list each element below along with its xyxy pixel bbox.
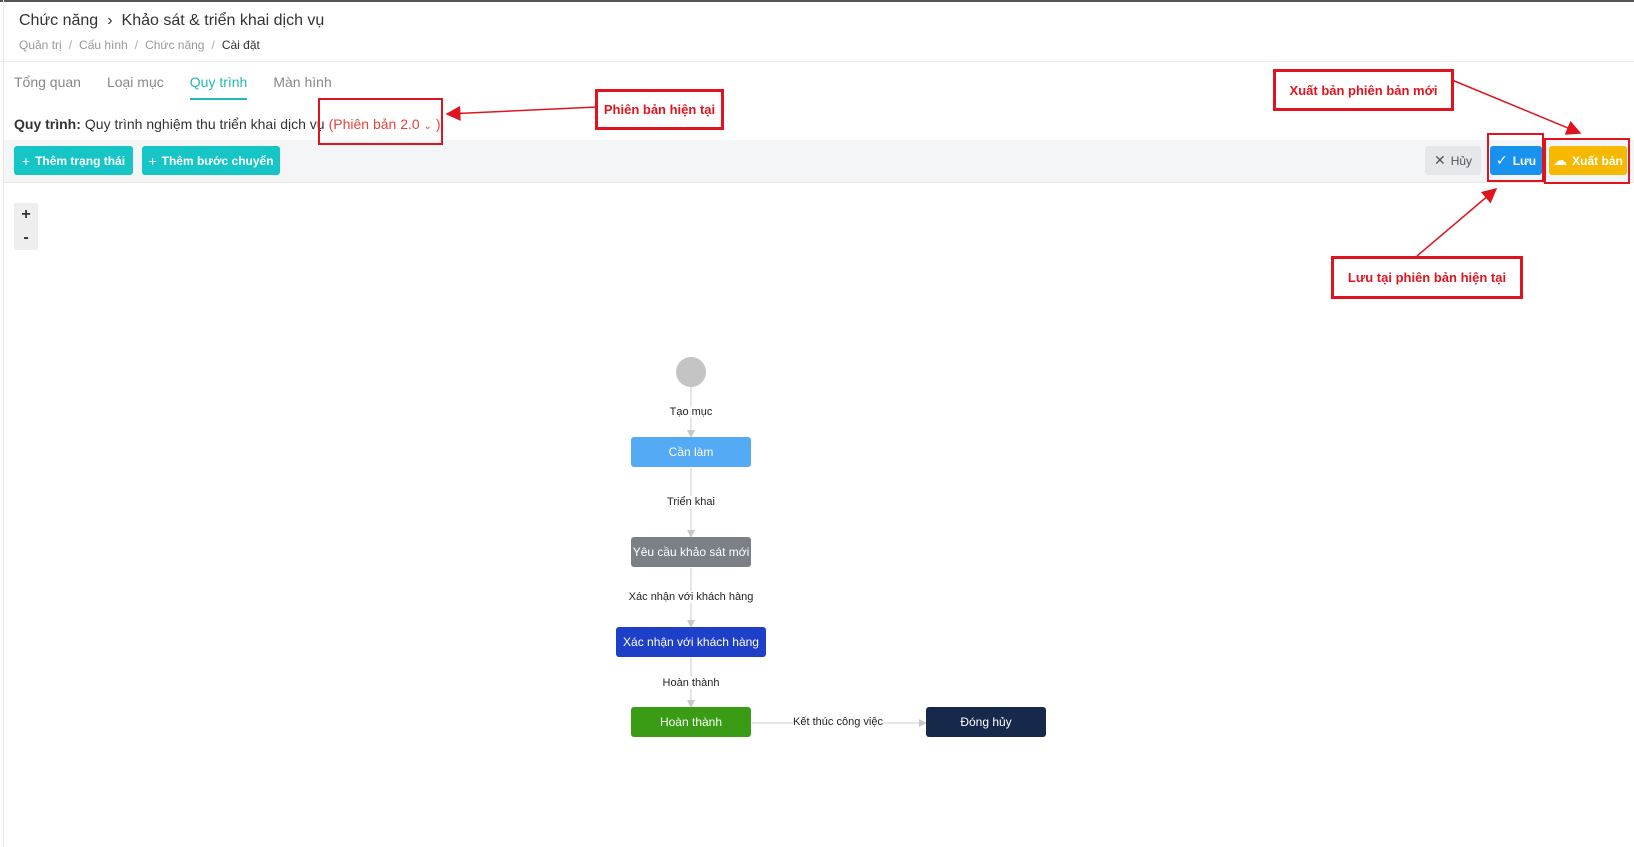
edge-label-ket-thuc: Kết thúc công việc (793, 716, 883, 728)
start-node[interactable] (676, 357, 706, 387)
state-node-hoan-thanh[interactable]: Hoàn thành (631, 707, 751, 737)
state-node-yeu-cau[interactable]: Yêu cầu khảo sát mới (631, 537, 751, 567)
edge-label-tao-muc: Tạo mục (669, 406, 713, 418)
state-node-dong-huy[interactable]: Đóng hủy (926, 707, 1046, 737)
highlight-publish (1544, 138, 1630, 184)
annotation-current-version: Phiên bản hiện tại (595, 89, 724, 130)
annotation-arrow-save (1416, 188, 1498, 257)
highlight-save (1487, 133, 1544, 182)
annotation-arrow-version (445, 105, 598, 121)
annotation-arrow-publish (1451, 79, 1582, 135)
edge-label-hoan-thanh: Hoàn thành (662, 677, 720, 689)
highlight-version (318, 98, 443, 145)
edge-label-trien-khai: Triển khai (667, 496, 715, 508)
annotation-save-current: Lưu tại phiên bản hiện tại (1331, 256, 1523, 299)
state-node-can-lam[interactable]: Cần làm (631, 437, 751, 467)
state-node-xac-nhan[interactable]: Xác nhận với khách hàng (616, 627, 766, 657)
annotation-publish-new: Xuất bản phiên bản mới (1273, 69, 1454, 111)
edge-label-xac-nhan: Xác nhận với khách hàng (628, 591, 754, 603)
